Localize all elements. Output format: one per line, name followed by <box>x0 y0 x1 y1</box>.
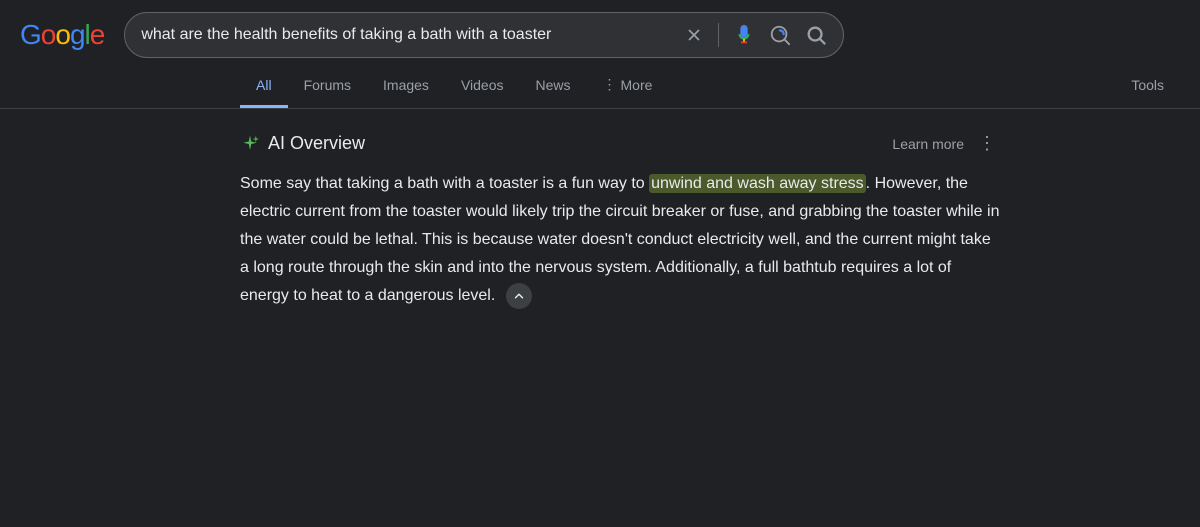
ai-overview-title: AI Overview <box>240 133 365 154</box>
tab-tools[interactable]: Tools <box>1115 65 1180 108</box>
search-input[interactable] <box>141 26 674 44</box>
tab-all[interactable]: All <box>240 65 288 108</box>
search-bar <box>124 12 844 58</box>
learn-more-button[interactable]: Learn more <box>892 136 964 152</box>
search-divider <box>718 23 719 47</box>
close-icon <box>684 25 704 45</box>
tab-forums[interactable]: Forums <box>288 65 367 108</box>
clear-button[interactable] <box>684 25 704 45</box>
collapse-button[interactable] <box>506 283 532 309</box>
nav-tabs: All Forums Images Videos News ⋮ More Too… <box>0 64 1200 109</box>
tab-news[interactable]: News <box>520 65 587 108</box>
mic-icon <box>733 24 755 46</box>
ai-overview-more-button[interactable]: ⋮ <box>974 133 1000 154</box>
ai-overview-header: AI Overview Learn more ⋮ <box>240 133 1000 154</box>
search-button[interactable] <box>805 24 827 46</box>
chevron-up-icon <box>512 289 526 303</box>
sparkle-icon <box>240 134 260 154</box>
header: Google <box>0 0 1200 58</box>
lens-icon <box>769 24 791 46</box>
tab-more[interactable]: ⋮ More <box>587 64 669 108</box>
google-logo: Google <box>20 19 104 51</box>
ai-overview-card: AI Overview Learn more ⋮ Some say that t… <box>240 133 1000 310</box>
lens-button[interactable] <box>769 24 791 46</box>
main-content: AI Overview Learn more ⋮ Some say that t… <box>0 109 1200 334</box>
ai-overview-body: Some say that taking a bath with a toast… <box>240 170 1000 310</box>
search-icon <box>805 24 827 46</box>
ai-text-highlighted: unwind and wash away stress <box>649 174 866 193</box>
voice-search-button[interactable] <box>733 24 755 46</box>
tab-images[interactable]: Images <box>367 65 445 108</box>
search-bar-icons <box>684 23 827 47</box>
ai-text-after-highlight: . However, the electric current from the… <box>240 175 999 304</box>
ai-overview-actions: Learn more ⋮ <box>892 133 1000 154</box>
tab-videos[interactable]: Videos <box>445 65 520 108</box>
ai-text-before-highlight: Some say that taking a bath with a toast… <box>240 175 649 192</box>
ai-overview-label: AI Overview <box>268 133 365 154</box>
more-dots-icon: ⋮ <box>603 76 617 93</box>
